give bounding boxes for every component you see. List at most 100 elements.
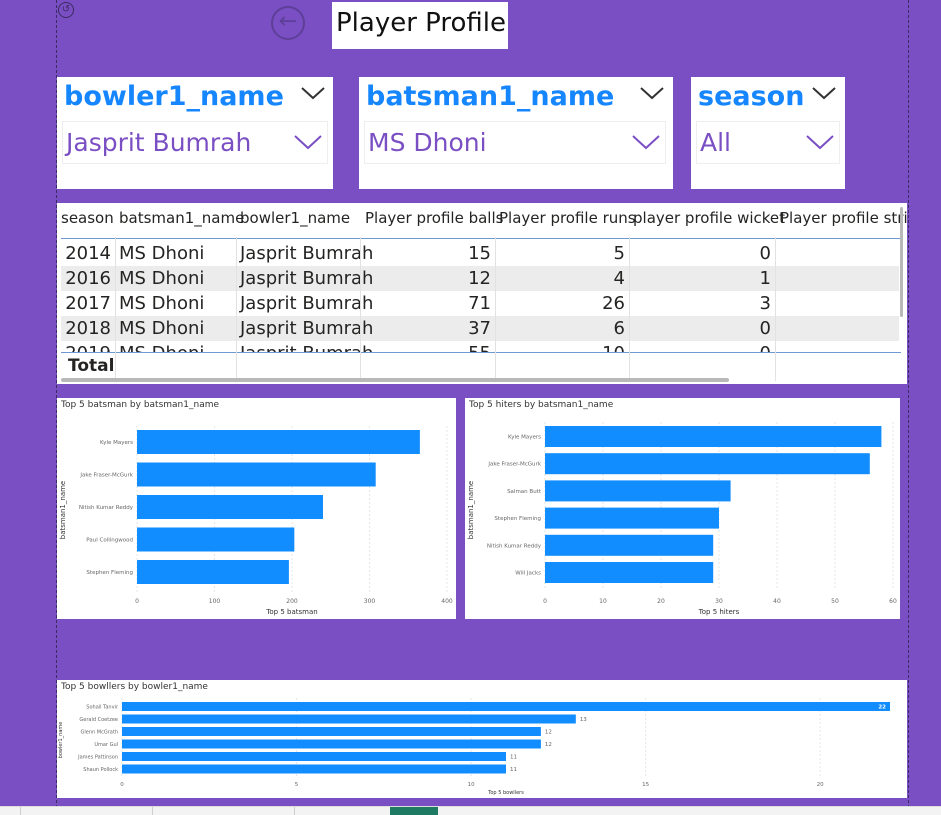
- bar[interactable]: [122, 727, 541, 736]
- chevron-down-icon[interactable]: [805, 132, 835, 152]
- cell-balls: 12: [468, 268, 491, 289]
- bar[interactable]: [545, 453, 870, 475]
- table-row[interactable]: 2014 MS Dhoni Jasprit Bumrah 15 5 0: [61, 241, 899, 266]
- category-label: Stephen Fleming: [494, 516, 541, 522]
- chart-top-hiters: Top 5 hiters by batsman1_name 0 10 20 30 40 5…: [465, 398, 900, 619]
- y-axis-title: batsman1_name: [467, 481, 475, 539]
- x-tick-label: 60: [889, 598, 897, 605]
- column-divider: [236, 237, 237, 381]
- category-label: James Pattinson: [77, 754, 118, 760]
- column-divider: [629, 237, 630, 381]
- column-divider: [495, 237, 496, 381]
- cell-batsman: MS Dhoni: [119, 293, 205, 314]
- slicer-bowler-dropdown[interactable]: Jasprit Bumrah: [62, 121, 328, 164]
- table-row[interactable]: 2016 MS Dhoni Jasprit Bumrah 12 4 1: [61, 266, 899, 291]
- cell-wicket: 0: [629, 343, 771, 352]
- cell-season: 2019: [61, 343, 111, 352]
- x-tick-label: 400: [441, 598, 453, 605]
- bar[interactable]: [122, 702, 890, 711]
- x-axis-title: Top 5 bowllers: [487, 790, 524, 796]
- chevron-down-icon[interactable]: [631, 132, 661, 152]
- reset-icon[interactable]: ↺: [58, 2, 74, 18]
- table-row-partial[interactable]: 2019 MS Dhoni Jasprit Bumrah 55 10 0: [61, 341, 899, 352]
- category-label: Will Jacks: [515, 570, 541, 576]
- chevron-down-icon[interactable]: [293, 132, 323, 152]
- chart-top-batsman: Top 5 batsman by batsman1_name 0 100 200 30…: [57, 398, 456, 619]
- bar[interactable]: [137, 462, 376, 487]
- cell-batsman: MS Dhoni: [119, 268, 205, 289]
- category-label: Glenn McGrath: [81, 729, 118, 735]
- bar[interactable]: [122, 752, 506, 761]
- slicer-bowler-value: Jasprit Bumrah: [66, 128, 252, 157]
- x-axis-title: Top 5 batsman: [265, 608, 317, 616]
- column-header-bowler[interactable]: bowler1_name: [240, 209, 350, 227]
- canvas-boundary-right: [908, 0, 909, 808]
- chart-svg: 0 5 10 15 20 Sohail Tanvir 22 Gerald Coetzee 13 G…: [58, 698, 890, 796]
- table-row[interactable]: 2018 MS Dhoni Jasprit Bumrah 37 6 0: [61, 316, 899, 341]
- category-label: Umar Gul: [94, 742, 118, 748]
- column-header-balls[interactable]: Player profile balls: [365, 209, 503, 227]
- category-label: Stephen Fleming: [86, 570, 133, 576]
- category-label: Nitish Kumar Reddy: [79, 505, 134, 511]
- slicer-season-dropdown[interactable]: All: [696, 121, 840, 164]
- bar[interactable]: [545, 507, 719, 529]
- column-divider: [115, 237, 116, 381]
- column-header-runs[interactable]: Player profile runs: [499, 209, 636, 227]
- cell-bowler: Jasprit Bumrah: [240, 243, 374, 264]
- category-label: Jake Fraser-McGurk: [79, 472, 133, 478]
- vertical-scrollbar[interactable]: [900, 207, 903, 317]
- cell-bowler: Jasprit Bumrah: [240, 293, 374, 314]
- x-axis-title: Top 5 hiters: [698, 608, 740, 616]
- category-label: Nitish Kumar Reddy: [487, 543, 542, 549]
- x-tick-label: 20: [817, 782, 824, 788]
- data-label: 13: [580, 717, 587, 723]
- player-profile-table: season batsman1_name bowler1_name Player…: [57, 203, 907, 384]
- slicer-batsman-dropdown[interactable]: MS Dhoni: [364, 121, 666, 164]
- bar[interactable]: [137, 495, 323, 519]
- cell-batsman: MS Dhoni: [119, 243, 205, 264]
- x-tick-label: 30: [715, 598, 723, 605]
- cell-batsman: MS Dhoni: [119, 318, 205, 339]
- y-axis-title: batsman1_name: [59, 481, 67, 539]
- cell-balls: 71: [468, 293, 491, 314]
- table-row[interactable]: 2017 MS Dhoni Jasprit Bumrah 71 26 3: [61, 291, 899, 316]
- cell-bowler: Jasprit Bumrah: [240, 343, 373, 352]
- back-arrow-icon[interactable]: ←: [271, 6, 305, 40]
- x-tick-label: 100: [209, 598, 221, 605]
- x-tick-label: 20: [657, 598, 665, 605]
- x-tick-label: 15: [642, 782, 649, 788]
- category-label: Sohail Tanvir: [86, 704, 119, 710]
- x-tick-label: 40: [773, 598, 781, 605]
- bar[interactable]: [122, 714, 576, 724]
- column-header-strike[interactable]: Player profile strik: [780, 209, 907, 227]
- bar[interactable]: [137, 527, 295, 552]
- x-tick-label: 10: [599, 598, 607, 605]
- x-tick-label: 10: [468, 782, 475, 788]
- slicer-batsman-collapse-icon[interactable]: [639, 83, 665, 103]
- bar[interactable]: [545, 562, 714, 583]
- bar[interactable]: [122, 739, 541, 749]
- column-divider: [775, 237, 776, 381]
- cell-wicket: 3: [759, 293, 771, 314]
- cell-season: 2018: [65, 318, 111, 339]
- slicer-season-collapse-icon[interactable]: [811, 83, 837, 103]
- column-header-wicket[interactable]: player profile wicket: [633, 209, 785, 227]
- x-tick-label: 0: [135, 598, 139, 605]
- horizontal-scrollbar[interactable]: [61, 378, 729, 382]
- bar[interactable]: [122, 764, 506, 774]
- cell-balls: 55: [361, 343, 491, 352]
- bar[interactable]: [137, 430, 420, 454]
- bar[interactable]: [137, 560, 289, 584]
- bar[interactable]: [545, 426, 882, 447]
- slicer-bowler-collapse-icon[interactable]: [300, 83, 326, 103]
- slicer-bowler: bowler1_name Jasprit Bumrah: [57, 77, 333, 189]
- chart-top-bowlers: Top 5 bowllers by bowler1_name 0 5 10 15 20 S…: [57, 680, 907, 798]
- cell-season: 2017: [65, 293, 111, 314]
- column-header-season[interactable]: season: [61, 209, 114, 227]
- column-header-batsman[interactable]: batsman1_name: [119, 209, 244, 227]
- category-label: Kyle Mayers: [508, 434, 541, 440]
- slicer-batsman-value: MS Dhoni: [368, 128, 487, 157]
- bar[interactable]: [545, 480, 731, 502]
- cell-wicket: 1: [759, 268, 771, 289]
- bar[interactable]: [545, 534, 714, 556]
